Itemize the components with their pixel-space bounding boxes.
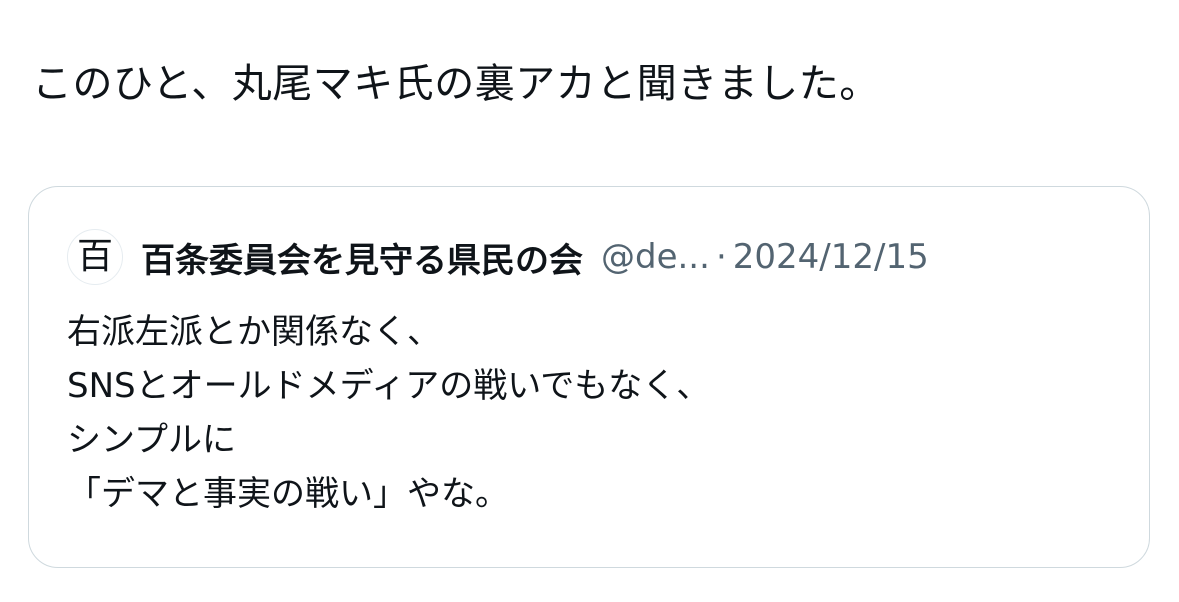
user-handle[interactable]: @de... bbox=[601, 237, 710, 277]
quoted-tweet-header: 百 百条委員会を見守る県民の会 @de... · 2024/12/15 bbox=[67, 227, 929, 287]
avatar[interactable]: 百 bbox=[67, 229, 123, 285]
display-name[interactable]: 百条委員会を見守る県民の会 bbox=[141, 233, 583, 282]
tweet-date[interactable]: 2024/12/15 bbox=[733, 237, 929, 277]
quoted-tweet-line: シンプルに bbox=[67, 420, 236, 460]
quoted-tweet-line: 「デマと事実の戦い」やな。 bbox=[67, 474, 509, 514]
quoted-tweet-line: 右派左派とか関係なく、 bbox=[67, 312, 441, 352]
quoted-tweet-card[interactable]: 百 百条委員会を見守る県民の会 @de... · 2024/12/15 右派左派… bbox=[28, 186, 1150, 568]
separator-dot: · bbox=[715, 237, 727, 277]
tweet-text: このひと、丸尾マキ氏の裏アカと聞きました。 bbox=[32, 61, 880, 107]
quoted-tweet-text: 右派左派とか関係なく、 SNSとオールドメディアの戦いでもなく、 シンプルに 「… bbox=[67, 305, 710, 521]
quoted-tweet-line: SNSとオールドメディアの戦いでもなく、 bbox=[67, 366, 711, 406]
